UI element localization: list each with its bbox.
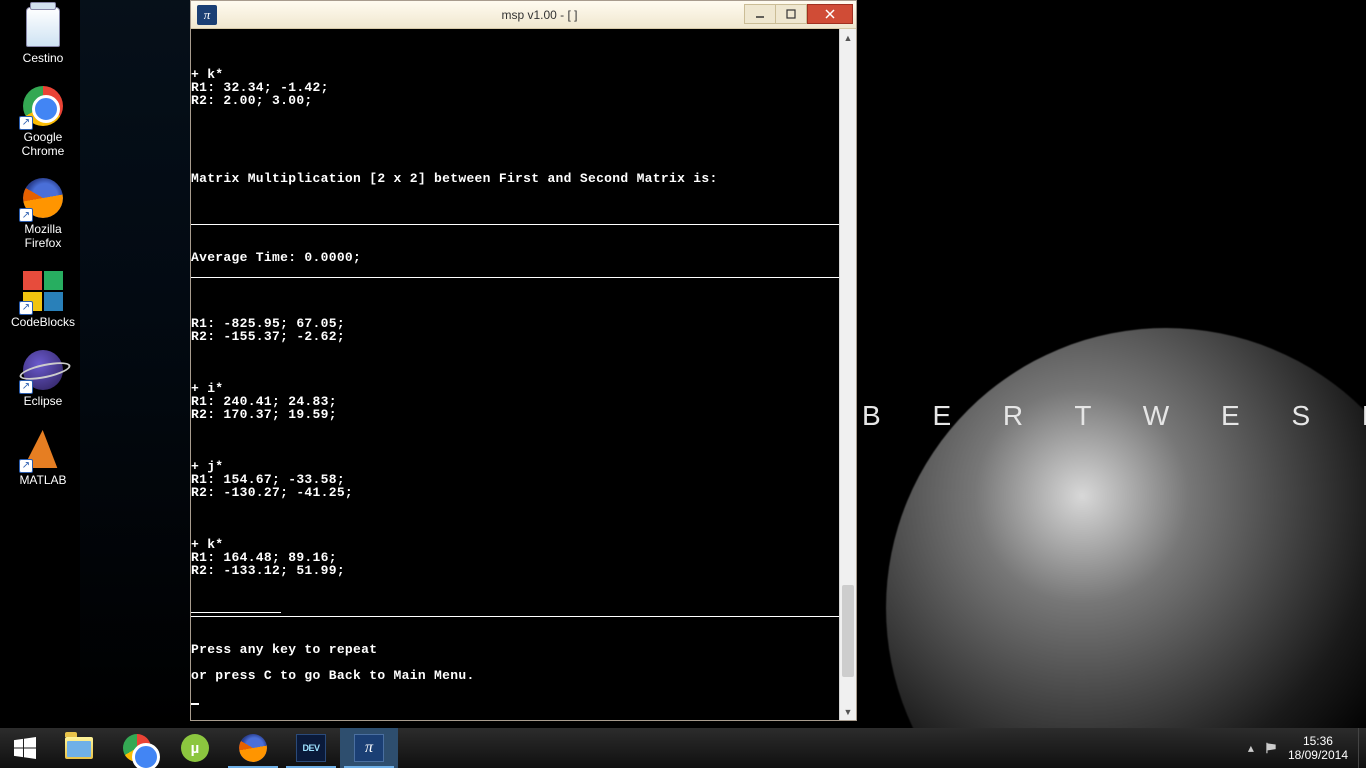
desktop-icon-grid: Cestino ↗ GoogleChrome ↗ MozillaFirefox … [4, 5, 82, 487]
console-output[interactable]: + k* R1: 32.34; -1.42; R2: 2.00; 3.00; M… [191, 29, 839, 720]
shortcut-arrow-icon: ↗ [19, 459, 33, 473]
taskbar-item-firefox[interactable] [224, 728, 282, 768]
console-prompt-repeat: Press any key to repeat [191, 642, 377, 657]
console-cursor [191, 703, 199, 705]
shortcut-arrow-icon: ↗ [19, 301, 33, 315]
console-result-i: + i* R1: 240.41; 24.83; R2: 170.37; 19.5… [191, 381, 337, 422]
show-desktop-button[interactable] [1358, 728, 1366, 768]
scroll-down-button[interactable]: ▼ [840, 703, 856, 720]
maximize-button[interactable] [775, 4, 807, 24]
system-tray: ▴ 15:36 18/09/2014 [1238, 728, 1358, 768]
window-client-area: + k* R1: 32.34; -1.42; R2: 2.00; 3.00; M… [191, 29, 856, 720]
pi-icon: π [354, 734, 384, 762]
desktop-icon-matlab[interactable]: ↗ MATLAB [4, 427, 82, 488]
start-button[interactable] [0, 728, 50, 768]
action-center-icon[interactable] [1264, 741, 1278, 755]
chrome-icon [123, 734, 151, 762]
shortcut-arrow-icon: ↗ [19, 380, 33, 394]
window-titlebar[interactable]: π msp v1.00 - [ ] [191, 1, 856, 29]
desktop-icon-label: Cestino [23, 52, 64, 66]
minimize-button[interactable] [744, 4, 776, 24]
console-result-real: R1: -825.95; 67.05; R2: -155.37; -2.62; [191, 316, 345, 344]
taskbar-item-explorer[interactable] [50, 728, 108, 768]
trash-icon [26, 7, 60, 47]
wallpaper-planet [886, 328, 1366, 768]
desktop-icon-label: MATLAB [19, 474, 66, 488]
wallpaper-text: B E R T W E S K E R [862, 400, 1366, 432]
taskbar: µ DEV π ▴ 15:36 18/09/2014 [0, 728, 1366, 768]
desktop-icon-label: MozillaFirefox [24, 223, 61, 251]
console-block-k-input: + k* R1: 32.34; -1.42; R2: 2.00; 3.00; [191, 67, 329, 108]
desktop-icon-label: Eclipse [24, 395, 63, 409]
console-heading: Matrix Multiplication [2 x 2] between Fi… [191, 171, 718, 186]
tray-time: 15:36 [1288, 734, 1348, 748]
desktop-icon-firefox[interactable]: ↗ MozillaFirefox [4, 176, 82, 251]
desktop-icon-eclipse[interactable]: ↗ Eclipse [4, 348, 82, 409]
taskbar-spacer [398, 728, 1238, 768]
scroll-up-button[interactable]: ▲ [840, 29, 856, 46]
tray-show-hidden-button[interactable]: ▴ [1248, 741, 1254, 755]
console-divider [191, 277, 839, 278]
taskbar-item-devcpp[interactable]: DEV [282, 728, 340, 768]
console-result-k: + k* R1: 164.48; 89.16; R2: -133.12; 51.… [191, 537, 345, 578]
console-divider [191, 224, 839, 225]
taskbar-item-utorrent[interactable]: µ [166, 728, 224, 768]
taskbar-left: µ DEV π [0, 728, 398, 768]
app-window-msp: π msp v1.00 - [ ] + k* R1: 32.34; -1.42;… [190, 0, 857, 721]
file-explorer-icon [65, 737, 93, 759]
vertical-scrollbar[interactable]: ▲ ▼ [839, 29, 856, 720]
console-result-j: + j* R1: 154.67; -33.58; R2: -130.27; -4… [191, 459, 353, 500]
console-divider [191, 616, 839, 617]
app-pi-icon: π [197, 5, 217, 25]
scroll-thumb[interactable] [842, 585, 854, 677]
firefox-icon [239, 734, 267, 762]
console-avg-time: Average Time: 0.0000; [191, 250, 361, 265]
close-button[interactable] [807, 4, 853, 24]
desktop-icon-label: GoogleChrome [22, 131, 65, 159]
shortcut-arrow-icon: ↗ [19, 116, 33, 130]
taskbar-clock[interactable]: 15:36 18/09/2014 [1288, 734, 1348, 763]
desktop-icon-chrome[interactable]: ↗ GoogleChrome [4, 84, 82, 159]
windows-logo-icon [14, 737, 36, 759]
taskbar-item-chrome[interactable] [108, 728, 166, 768]
console-divider-short [191, 612, 281, 613]
tray-date: 18/09/2014 [1288, 748, 1348, 762]
devcpp-icon: DEV [296, 734, 326, 762]
desktop-icon-codeblocks[interactable]: ↗ CodeBlocks [4, 269, 82, 330]
shortcut-arrow-icon: ↗ [19, 208, 33, 222]
utorrent-icon: µ [181, 734, 209, 762]
scroll-track[interactable] [840, 46, 856, 703]
taskbar-item-msp[interactable]: π [340, 728, 398, 768]
console-prompt-back: or press C to go Back to Main Menu. [191, 668, 475, 683]
desktop-icon-label: CodeBlocks [11, 316, 75, 330]
window-controls [745, 4, 853, 24]
desktop-icon-trash[interactable]: Cestino [4, 5, 82, 66]
